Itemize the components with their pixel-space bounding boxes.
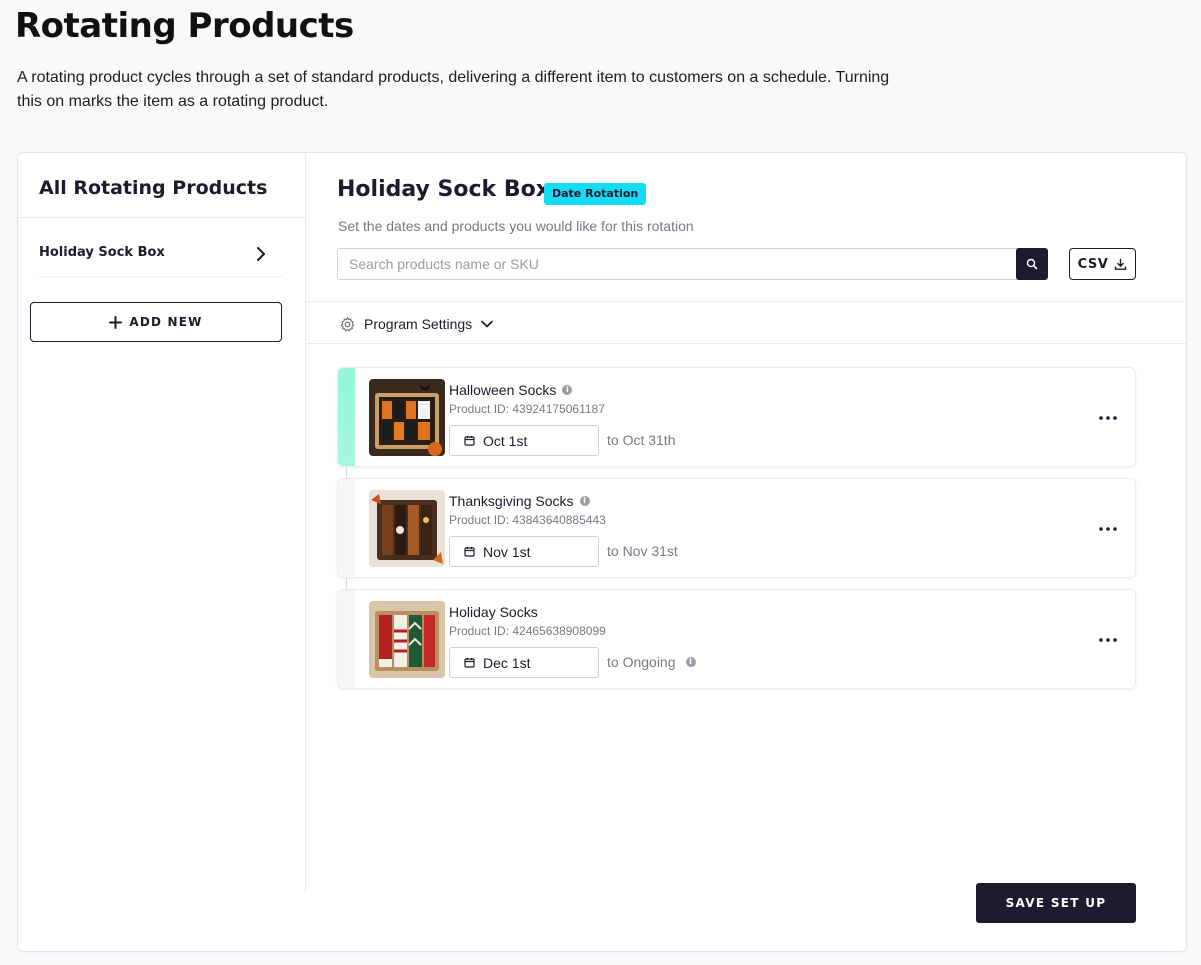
more-horizontal-icon bbox=[1099, 416, 1117, 420]
sidebar-item-holiday-sock-box[interactable]: Holiday Sock Box bbox=[39, 233, 282, 277]
search-input[interactable] bbox=[337, 248, 1017, 280]
start-date-value: Nov 1st bbox=[483, 543, 531, 560]
info-icon[interactable]: i bbox=[562, 385, 573, 395]
info-icon[interactable]: i bbox=[579, 496, 590, 506]
end-date: to Ongoing i bbox=[607, 654, 696, 670]
sidebar-title: All Rotating Products bbox=[39, 177, 268, 199]
calendar-icon bbox=[464, 658, 475, 668]
rotation-type-badge: Date Rotation bbox=[544, 183, 647, 205]
plus-icon bbox=[109, 315, 123, 329]
program-settings-label: Program Settings bbox=[364, 316, 473, 332]
add-new-label: ADD NEW bbox=[129, 315, 203, 329]
rotation-product-card: Halloween Socks i Product ID: 4392417506… bbox=[337, 367, 1136, 467]
save-setup-label: SAVE SET UP bbox=[1005, 896, 1107, 910]
rotation-editor: Holiday Sock Box Date Rotation Set the d… bbox=[306, 153, 1186, 951]
product-image bbox=[369, 379, 445, 456]
calendar-icon bbox=[464, 547, 475, 557]
sidebar-divider bbox=[18, 217, 305, 218]
more-options-button[interactable] bbox=[1098, 519, 1118, 539]
inactive-indicator bbox=[338, 590, 355, 688]
product-image bbox=[369, 601, 445, 678]
search-button[interactable] bbox=[1016, 248, 1048, 280]
product-image bbox=[369, 490, 445, 567]
rotating-products-panel: All Rotating Products Holiday Sock Box A… bbox=[17, 152, 1187, 952]
product-name: Halloween Socks i bbox=[449, 382, 573, 398]
search-icon bbox=[1026, 258, 1038, 270]
calendar-icon bbox=[464, 436, 475, 446]
info-icon[interactable]: i bbox=[685, 657, 696, 667]
inactive-indicator bbox=[338, 479, 355, 577]
product-id: Product ID: 43843640885443 bbox=[449, 513, 606, 527]
product-id: Product ID: 42465638908099 bbox=[449, 624, 606, 638]
start-date-value: Dec 1st bbox=[483, 654, 531, 671]
sidebar: All Rotating Products Holiday Sock Box A… bbox=[18, 153, 306, 893]
more-horizontal-icon bbox=[1099, 638, 1117, 642]
program-settings-toggle[interactable]: Program Settings bbox=[339, 313, 494, 335]
product-name: Thanksgiving Socks i bbox=[449, 493, 590, 509]
page-title: Rotating Products bbox=[15, 6, 354, 46]
divider bbox=[306, 301, 1186, 302]
divider bbox=[306, 343, 1186, 344]
start-date-value: Oct 1st bbox=[483, 432, 528, 449]
csv-label: CSV bbox=[1077, 256, 1109, 272]
sidebar-item-label: Holiday Sock Box bbox=[39, 245, 165, 260]
start-date-picker[interactable]: Nov 1st bbox=[449, 536, 599, 567]
chevron-down-icon bbox=[481, 320, 494, 328]
active-indicator bbox=[338, 368, 355, 466]
more-options-button[interactable] bbox=[1098, 630, 1118, 650]
page-description: A rotating product cycles through a set … bbox=[17, 69, 890, 110]
rotation-product-card: Thanksgiving Socks i Product ID: 4384364… bbox=[337, 478, 1136, 578]
start-date-picker[interactable]: Dec 1st bbox=[449, 647, 599, 678]
end-date: to Nov 31st bbox=[607, 543, 678, 559]
more-horizontal-icon bbox=[1099, 527, 1117, 531]
more-options-button[interactable] bbox=[1098, 408, 1118, 428]
save-setup-button[interactable]: SAVE SET UP bbox=[976, 883, 1136, 923]
download-icon bbox=[1115, 258, 1127, 270]
rotation-product-card: Holiday Socks Product ID: 42465638908099… bbox=[337, 589, 1136, 689]
rotation-subtitle: Set the dates and products you would lik… bbox=[338, 218, 694, 234]
rotation-title: Holiday Sock Box bbox=[337, 177, 550, 202]
add-new-button[interactable]: ADD NEW bbox=[30, 302, 282, 342]
product-name: Holiday Socks bbox=[449, 604, 538, 620]
end-date: to Oct 31th bbox=[607, 432, 676, 448]
start-date-picker[interactable]: Oct 1st bbox=[449, 425, 599, 456]
csv-download-button[interactable]: CSV bbox=[1069, 248, 1136, 280]
gear-icon bbox=[340, 316, 355, 331]
chevron-right-icon bbox=[257, 247, 265, 261]
product-id: Product ID: 43924175061187 bbox=[449, 402, 605, 416]
